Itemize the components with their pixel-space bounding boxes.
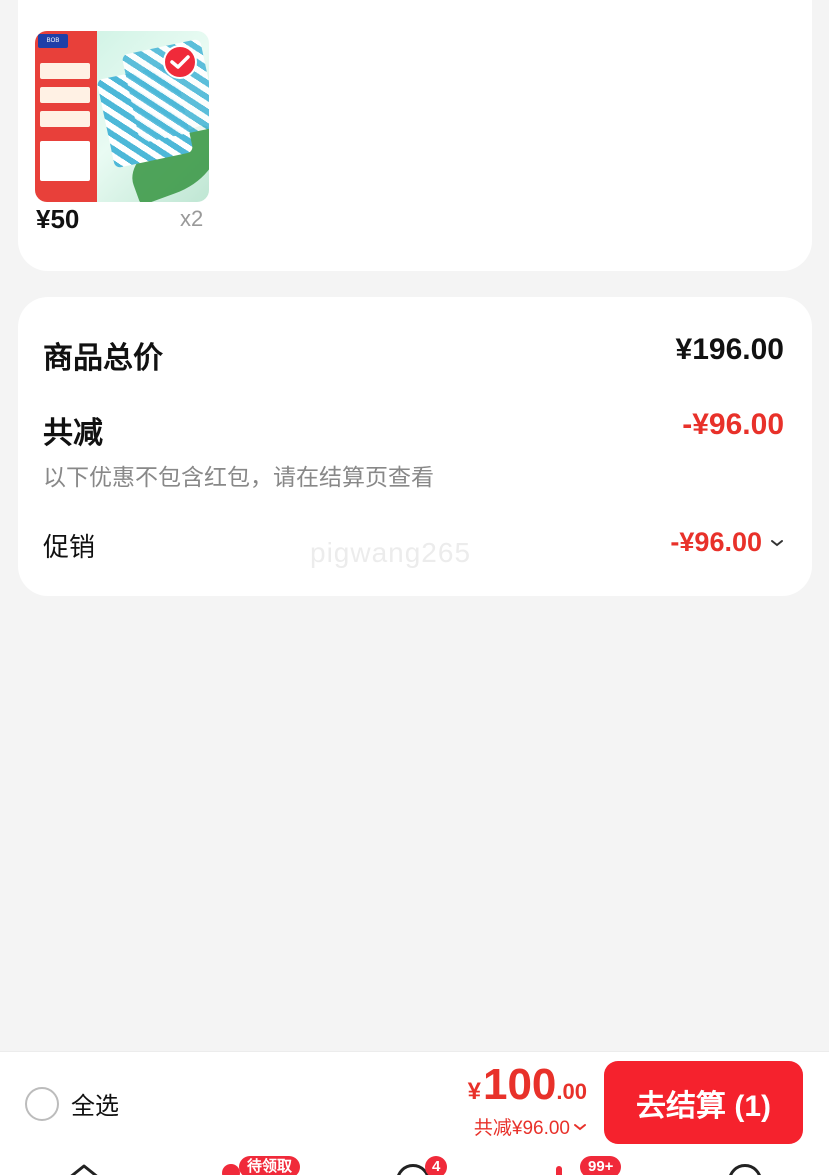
- total-price-row: 商品总价 ¥196.00: [43, 333, 784, 377]
- discount-note: 以下优惠不包含红包，请在结算页查看: [43, 464, 434, 490]
- cart-icon[interactable]: [556, 1166, 562, 1175]
- promo-row: [40, 141, 90, 181]
- select-all-toggle[interactable]: 全选: [25, 1086, 119, 1121]
- tab-badge-coupon: 待领取: [239, 1156, 301, 1175]
- tab-coupon-icon[interactable]: [222, 1164, 240, 1175]
- home-icon[interactable]: [66, 1162, 102, 1175]
- item-selected-checkmark-icon[interactable]: [163, 45, 197, 79]
- item-quantity: x2: [180, 206, 204, 231]
- total-decimal: .00: [556, 1079, 587, 1104]
- promotion-value-group[interactable]: -¥96.00: [670, 527, 784, 558]
- total-price-label: 商品总价: [43, 342, 163, 375]
- currency-symbol: ¥: [467, 1078, 481, 1105]
- promotion-label: 促销: [43, 532, 96, 562]
- bottom-tab-bar: 待领取 4 99+: [0, 1150, 829, 1175]
- discount-value: -¥96.00: [682, 408, 784, 441]
- total-discount-text: 共减¥96.00: [473, 1118, 570, 1139]
- total-price-value: ¥196.00: [675, 333, 784, 366]
- discount-row: 共减 -¥96.00: [43, 408, 784, 452]
- promo-row: [40, 87, 90, 103]
- product-image-promo-panel: BOB: [35, 31, 97, 202]
- promo-row: [40, 63, 90, 79]
- total-amount: ¥ 100 .00: [468, 1060, 587, 1110]
- promotion-value: -¥96.00: [670, 527, 762, 557]
- profile-icon[interactable]: [728, 1164, 762, 1175]
- chevron-down-icon: [574, 1123, 586, 1130]
- total-discount-toggle[interactable]: 共减¥96.00: [474, 1113, 587, 1140]
- chevron-down-icon[interactable]: [770, 538, 784, 548]
- select-all-label: 全选: [71, 1093, 119, 1120]
- tab-badge-cart: 99+: [580, 1156, 622, 1175]
- tab-badge-messages: 4: [425, 1156, 448, 1175]
- discount-label: 共减: [43, 417, 103, 450]
- checkout-button[interactable]: 去结算 (1): [604, 1061, 803, 1144]
- select-all-radio[interactable]: [25, 1086, 59, 1121]
- cart-item-card: BOB ¥50 x2: [18, 0, 812, 271]
- watermark: pigwang265: [310, 537, 472, 568]
- brand-logo: BOB: [38, 34, 68, 48]
- total-integer: 100: [482, 1060, 557, 1109]
- promo-row: [40, 111, 90, 127]
- item-price: ¥50: [36, 204, 80, 234]
